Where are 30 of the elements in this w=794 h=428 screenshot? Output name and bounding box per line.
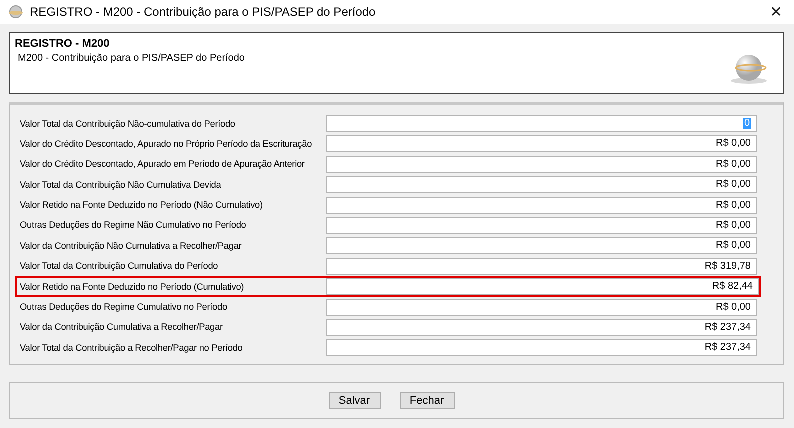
input-field[interactable]: R$ 237,34	[326, 339, 757, 356]
app-icon	[9, 5, 23, 19]
input-field[interactable]: R$ 82,44	[326, 278, 759, 296]
input-field[interactable]: R$ 0,00	[326, 216, 757, 234]
input-field[interactable]: R$ 0,00	[326, 156, 757, 173]
field-label: Valor do Crédito Descontado, Apurado em Período de Apuração Anterior	[20, 159, 306, 170]
field-label: Valor Total da Contribuição a Recolher/Pagar no Período	[20, 342, 244, 353]
field-label: Valor Total da Contribuição Cumulativa do Período	[20, 261, 220, 272]
close-dialog-button[interactable]: Fechar	[400, 392, 454, 409]
input-field[interactable]: R$ 0,00	[326, 135, 757, 152]
input-field[interactable]: R$ 0,00	[326, 196, 757, 214]
input-field[interactable]: R$ 0,00	[326, 237, 757, 254]
field-label: Valor Retido na Fonte Deduzido no Período (Não Cumulativo)	[20, 200, 264, 210]
header-subtitle: M200 - Contribuição para o PIS/PASEP do Período	[17, 53, 245, 64]
field-label: Valor do Crédito Descontado, Apurado no Próprio Período da Escrituração	[20, 138, 314, 149]
window-title: REGISTRO - M200 - Contribuição para o PIS/PASEP do Período	[30, 5, 377, 19]
field-label: Valor Total da Contribuição Não-cumulativa do Período	[20, 118, 236, 128]
input-field[interactable]: R$ 0,00	[326, 176, 757, 194]
input-field[interactable]: R$ 237,34	[326, 318, 757, 336]
input-field[interactable]: R$ 0,00	[326, 298, 757, 316]
field-label: Valor Retido na Fonte Deduzido no Período (Cumulativo)	[20, 282, 246, 292]
save-button[interactable]: Salvar	[328, 392, 380, 409]
field-label: Valor Total da Contribuição Não Cumulativa Devida	[20, 180, 222, 190]
input-field[interactable]: R$ 319,78	[326, 258, 757, 275]
header-title: REGISTRO - M200	[15, 38, 111, 50]
field-label: Valor da Contribuição Cumulativa a Recolher/Pagar	[20, 322, 224, 332]
field-label: Outras Deduções do Regime Não Cumulativo no Período	[20, 220, 248, 230]
close-button[interactable]: ✕	[762, 3, 791, 21]
field-label: Valor da Contribuição Não Cumulativa a Recolher/Pagar	[20, 240, 243, 251]
field-label: Outras Deduções do Regime Cumulativo no Período	[20, 302, 228, 312]
